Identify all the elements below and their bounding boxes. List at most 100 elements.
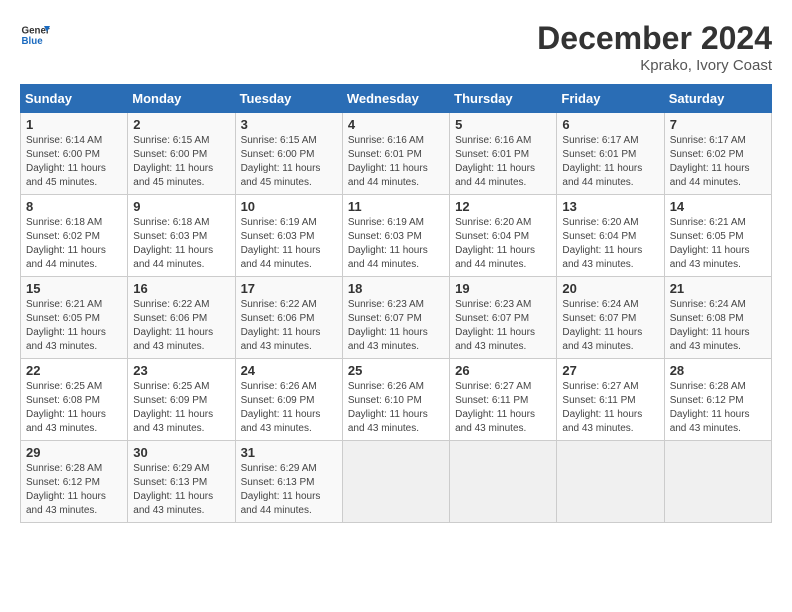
calendar-week-row: 29 Sunrise: 6:28 AMSunset: 6:12 PMDayligh…: [21, 441, 772, 523]
day-info: Sunrise: 6:29 AMSunset: 6:13 PMDaylight:…: [241, 462, 337, 518]
day-info: Sunrise: 6:23 AMSunset: 6:07 PMDaylight:…: [455, 298, 551, 354]
day-number: 29: [26, 445, 122, 460]
weekday-header: Monday: [128, 85, 235, 113]
day-info: Sunrise: 6:22 AMSunset: 6:06 PMDaylight:…: [133, 298, 229, 354]
day-number: 7: [670, 117, 766, 132]
day-info: Sunrise: 6:25 AMSunset: 6:09 PMDaylight:…: [133, 380, 229, 436]
calendar-cell: [557, 441, 664, 523]
day-number: 10: [241, 199, 337, 214]
day-number: 28: [670, 363, 766, 378]
calendar-cell: 7 Sunrise: 6:17 AMSunset: 6:02 PMDaylight…: [664, 113, 771, 195]
calendar-cell: 25 Sunrise: 6:26 AMSunset: 6:10 PMDayligh…: [342, 359, 449, 441]
day-info: Sunrise: 6:23 AMSunset: 6:07 PMDaylight:…: [348, 298, 444, 354]
calendar-cell: 15 Sunrise: 6:21 AMSunset: 6:05 PMDayligh…: [21, 277, 128, 359]
day-number: 13: [562, 199, 658, 214]
calendar-cell: 21 Sunrise: 6:24 AMSunset: 6:08 PMDayligh…: [664, 277, 771, 359]
day-number: 15: [26, 281, 122, 296]
day-number: 9: [133, 199, 229, 214]
weekday-row: SundayMondayTuesdayWednesdayThursdayFrid…: [21, 85, 772, 113]
day-info: Sunrise: 6:19 AMSunset: 6:03 PMDaylight:…: [348, 216, 444, 272]
day-info: Sunrise: 6:20 AMSunset: 6:04 PMDaylight:…: [562, 216, 658, 272]
day-number: 2: [133, 117, 229, 132]
day-info: Sunrise: 6:21 AMSunset: 6:05 PMDaylight:…: [670, 216, 766, 272]
calendar-cell: 23Sunrise: 6:25 AMSunset: 6:09 PMDayligh…: [128, 359, 235, 441]
day-info: Sunrise: 6:21 AMSunset: 6:05 PMDaylight:…: [26, 298, 122, 354]
calendar-cell: 2 Sunrise: 6:15 AMSunset: 6:00 PMDaylight…: [128, 113, 235, 195]
calendar-cell: 14 Sunrise: 6:21 AMSunset: 6:05 PMDayligh…: [664, 195, 771, 277]
calendar-cell: 22 Sunrise: 6:25 AMSunset: 6:08 PMDayligh…: [21, 359, 128, 441]
weekday-header: Tuesday: [235, 85, 342, 113]
day-info: Sunrise: 6:15 AMSunset: 6:00 PMDaylight:…: [241, 134, 337, 190]
day-number: 1: [26, 117, 122, 132]
day-info: Sunrise: 6:29 AMSunset: 6:13 PMDaylight:…: [133, 462, 229, 518]
day-number: 20: [562, 281, 658, 296]
day-number: 24: [241, 363, 337, 378]
calendar-cell: 29 Sunrise: 6:28 AMSunset: 6:12 PMDayligh…: [21, 441, 128, 523]
day-number: 5: [455, 117, 551, 132]
day-info: Sunrise: 6:28 AMSunset: 6:12 PMDaylight:…: [26, 462, 122, 518]
calendar-cell: [664, 441, 771, 523]
calendar-cell: 31 Sunrise: 6:29 AMSunset: 6:13 PMDayligh…: [235, 441, 342, 523]
weekday-header: Thursday: [450, 85, 557, 113]
page-header: General Blue December 2024 Kprako, Ivory…: [20, 20, 772, 74]
day-info: Sunrise: 6:18 AMSunset: 6:02 PMDaylight:…: [26, 216, 122, 272]
calendar-header: SundayMondayTuesdayWednesdayThursdayFrid…: [21, 85, 772, 113]
calendar-cell: 19 Sunrise: 6:23 AMSunset: 6:07 PMDayligh…: [450, 277, 557, 359]
calendar-cell: 9Sunrise: 6:18 AMSunset: 6:03 PMDaylight…: [128, 195, 235, 277]
day-number: 17: [241, 281, 337, 296]
day-number: 18: [348, 281, 444, 296]
month-title: December 2024: [537, 20, 772, 57]
day-info: Sunrise: 6:16 AMSunset: 6:01 PMDaylight:…: [455, 134, 551, 190]
day-info: Sunrise: 6:16 AMSunset: 6:01 PMDaylight:…: [348, 134, 444, 190]
day-number: 19: [455, 281, 551, 296]
logo: General Blue: [20, 20, 50, 50]
location: Kprako, Ivory Coast: [537, 57, 772, 74]
day-number: 22: [26, 363, 122, 378]
day-number: 8: [26, 199, 122, 214]
calendar-cell: 28 Sunrise: 6:28 AMSunset: 6:12 PMDayligh…: [664, 359, 771, 441]
calendar-cell: 6 Sunrise: 6:17 AMSunset: 6:01 PMDaylight…: [557, 113, 664, 195]
day-info: Sunrise: 6:24 AMSunset: 6:08 PMDaylight:…: [670, 298, 766, 354]
day-info: Sunrise: 6:27 AMSunset: 6:11 PMDaylight:…: [562, 380, 658, 436]
day-number: 16: [133, 281, 229, 296]
day-info: Sunrise: 6:17 AMSunset: 6:01 PMDaylight:…: [562, 134, 658, 190]
calendar-cell: 20Sunrise: 6:24 AMSunset: 6:07 PMDayligh…: [557, 277, 664, 359]
calendar-cell: [342, 441, 449, 523]
calendar-cell: 27 Sunrise: 6:27 AMSunset: 6:11 PMDayligh…: [557, 359, 664, 441]
calendar-cell: 8 Sunrise: 6:18 AMSunset: 6:02 PMDaylight…: [21, 195, 128, 277]
calendar-cell: 11Sunrise: 6:19 AMSunset: 6:03 PMDayligh…: [342, 195, 449, 277]
calendar-cell: 18 Sunrise: 6:23 AMSunset: 6:07 PMDayligh…: [342, 277, 449, 359]
day-number: 31: [241, 445, 337, 460]
calendar-cell: 12Sunrise: 6:20 AMSunset: 6:04 PMDayligh…: [450, 195, 557, 277]
day-info: Sunrise: 6:28 AMSunset: 6:12 PMDaylight:…: [670, 380, 766, 436]
calendar-cell: 10Sunrise: 6:19 AMSunset: 6:03 PMDayligh…: [235, 195, 342, 277]
calendar-cell: 3Sunrise: 6:15 AMSunset: 6:00 PMDaylight…: [235, 113, 342, 195]
calendar-cell: 26Sunrise: 6:27 AMSunset: 6:11 PMDayligh…: [450, 359, 557, 441]
calendar-week-row: 15 Sunrise: 6:21 AMSunset: 6:05 PMDayligh…: [21, 277, 772, 359]
day-info: Sunrise: 6:15 AMSunset: 6:00 PMDaylight:…: [133, 134, 229, 190]
day-number: 30: [133, 445, 229, 460]
day-info: Sunrise: 6:25 AMSunset: 6:08 PMDaylight:…: [26, 380, 122, 436]
day-info: Sunrise: 6:22 AMSunset: 6:06 PMDaylight:…: [241, 298, 337, 354]
calendar-cell: 13 Sunrise: 6:20 AMSunset: 6:04 PMDayligh…: [557, 195, 664, 277]
day-number: 12: [455, 199, 551, 214]
day-number: 21: [670, 281, 766, 296]
weekday-header: Saturday: [664, 85, 771, 113]
svg-text:Blue: Blue: [22, 36, 44, 47]
day-number: 4: [348, 117, 444, 132]
day-number: 25: [348, 363, 444, 378]
day-number: 14: [670, 199, 766, 214]
calendar-week-row: 1Sunrise: 6:14 AMSunset: 6:00 PMDaylight…: [21, 113, 772, 195]
calendar-table: SundayMondayTuesdayWednesdayThursdayFrid…: [20, 84, 772, 523]
calendar-cell: 16 Sunrise: 6:22 AMSunset: 6:06 PMDayligh…: [128, 277, 235, 359]
calendar-cell: [450, 441, 557, 523]
day-info: Sunrise: 6:26 AMSunset: 6:10 PMDaylight:…: [348, 380, 444, 436]
day-number: 27: [562, 363, 658, 378]
title-block: December 2024 Kprako, Ivory Coast: [537, 20, 772, 74]
day-number: 6: [562, 117, 658, 132]
calendar-cell: 4 Sunrise: 6:16 AMSunset: 6:01 PMDaylight…: [342, 113, 449, 195]
calendar-cell: 24 Sunrise: 6:26 AMSunset: 6:09 PMDayligh…: [235, 359, 342, 441]
day-info: Sunrise: 6:26 AMSunset: 6:09 PMDaylight:…: [241, 380, 337, 436]
day-info: Sunrise: 6:17 AMSunset: 6:02 PMDaylight:…: [670, 134, 766, 190]
day-number: 26: [455, 363, 551, 378]
